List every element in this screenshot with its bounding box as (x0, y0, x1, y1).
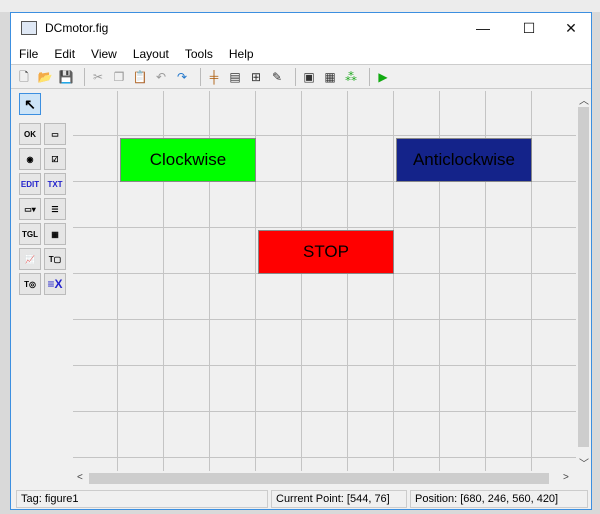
scroll-right-icon[interactable]: > (563, 472, 569, 483)
edit-text-tool[interactable]: EDIT (19, 173, 41, 195)
property-inspector-icon[interactable]: ▦ (322, 69, 338, 85)
paste-icon[interactable]: 📋 (132, 69, 148, 85)
anticlockwise-label: Anticlockwise (412, 150, 516, 169)
popup-menu-tool[interactable]: ▭▾ (19, 198, 41, 220)
minimize-button[interactable]: — (461, 13, 505, 43)
horizontal-scrollbar[interactable]: < > (73, 471, 576, 486)
tab-order-icon[interactable]: ⊞ (248, 69, 264, 85)
layout-canvas[interactable]: Clockwise Anticlockwise STOP (73, 91, 576, 471)
button-group-tool[interactable]: T◎ (19, 273, 41, 295)
status-tag: Tag: figure1 (16, 490, 268, 508)
menu-view[interactable]: View (91, 47, 117, 61)
scroll-up-icon[interactable]: ︿ (579, 92, 589, 107)
axes-tool[interactable]: 📈 (19, 248, 41, 270)
close-button[interactable]: ✕ (549, 13, 593, 43)
vertical-scrollbar[interactable]: ︿ ﹀ (576, 91, 591, 471)
slider-tool[interactable]: ▭ (44, 123, 66, 145)
clockwise-label: Clockwise (149, 150, 227, 169)
anticlockwise-button[interactable]: Anticlockwise (396, 138, 532, 182)
new-icon[interactable]: 🗋 (16, 69, 32, 85)
menu-bar: File Edit View Layout Tools Help (11, 43, 591, 65)
scroll-left-icon[interactable]: < (77, 472, 83, 483)
toolbar: 🗋 📂 💾 ✂ ❐ 📋 ↶ ↷ ╪ ▤ ⊞ ✎ ▣ ▦ ⁂ ▶ (11, 65, 591, 89)
figure-icon (21, 21, 37, 35)
menu-file[interactable]: File (19, 47, 38, 61)
maximize-button[interactable]: ☐ (507, 13, 551, 43)
checkbox-tool[interactable]: ☑ (44, 148, 66, 170)
toggle-button-tool[interactable]: TGL (19, 223, 41, 245)
toolbar-separator (84, 67, 85, 86)
select-tool[interactable]: ↖ (19, 93, 41, 115)
cut-icon[interactable]: ✂ (90, 69, 106, 85)
menu-help[interactable]: Help (229, 47, 254, 61)
stop-button[interactable]: STOP (258, 230, 394, 274)
save-icon[interactable]: 💾 (58, 69, 74, 85)
toolbar-editor-icon[interactable]: ✎ (269, 69, 285, 85)
guide-window: DCmotor.fig — ☐ ✕ File Edit View Layout Tool… (10, 12, 592, 510)
undo-icon[interactable]: ↶ (153, 69, 169, 85)
horizontal-scroll-thumb[interactable] (89, 473, 549, 484)
menu-layout[interactable]: Layout (133, 47, 169, 61)
menu-edit[interactable]: Edit (54, 47, 75, 61)
scroll-down-icon[interactable]: ﹀ (579, 455, 589, 470)
status-position: Position: [680, 246, 560, 420] (410, 490, 588, 508)
align-icon[interactable]: ╪ (206, 69, 222, 85)
redo-icon[interactable]: ↷ (174, 69, 190, 85)
toolbar-separator (200, 67, 201, 86)
object-browser-icon[interactable]: ⁂ (343, 69, 359, 85)
push-button-tool[interactable]: OK (19, 123, 41, 145)
title-bar: DCmotor.fig — ☐ ✕ (11, 13, 591, 43)
toolbar-separator (369, 67, 370, 86)
menu-editor-icon[interactable]: ▤ (227, 69, 243, 85)
background-app (0, 0, 600, 12)
window-title: DCmotor.fig (45, 21, 109, 35)
panel-tool[interactable]: T▢ (44, 248, 66, 270)
static-text-tool[interactable]: TXT (44, 173, 66, 195)
activex-tool[interactable]: ≡X (44, 273, 66, 295)
menu-tools[interactable]: Tools (185, 47, 213, 61)
run-icon[interactable]: ▶ (375, 69, 391, 85)
clockwise-button[interactable]: Clockwise (120, 138, 256, 182)
stop-label: STOP (303, 242, 349, 261)
listbox-tool[interactable]: ☰ (44, 198, 66, 220)
copy-icon[interactable]: ❐ (111, 69, 127, 85)
radio-button-tool[interactable]: ◉ (19, 148, 41, 170)
open-icon[interactable]: 📂 (37, 69, 53, 85)
vertical-scroll-thumb[interactable] (578, 107, 589, 447)
toolbar-separator (295, 67, 296, 86)
editor-icon[interactable]: ▣ (301, 69, 317, 85)
table-tool[interactable]: ▦ (44, 223, 66, 245)
status-current-point: Current Point: [544, 76] (271, 490, 407, 508)
